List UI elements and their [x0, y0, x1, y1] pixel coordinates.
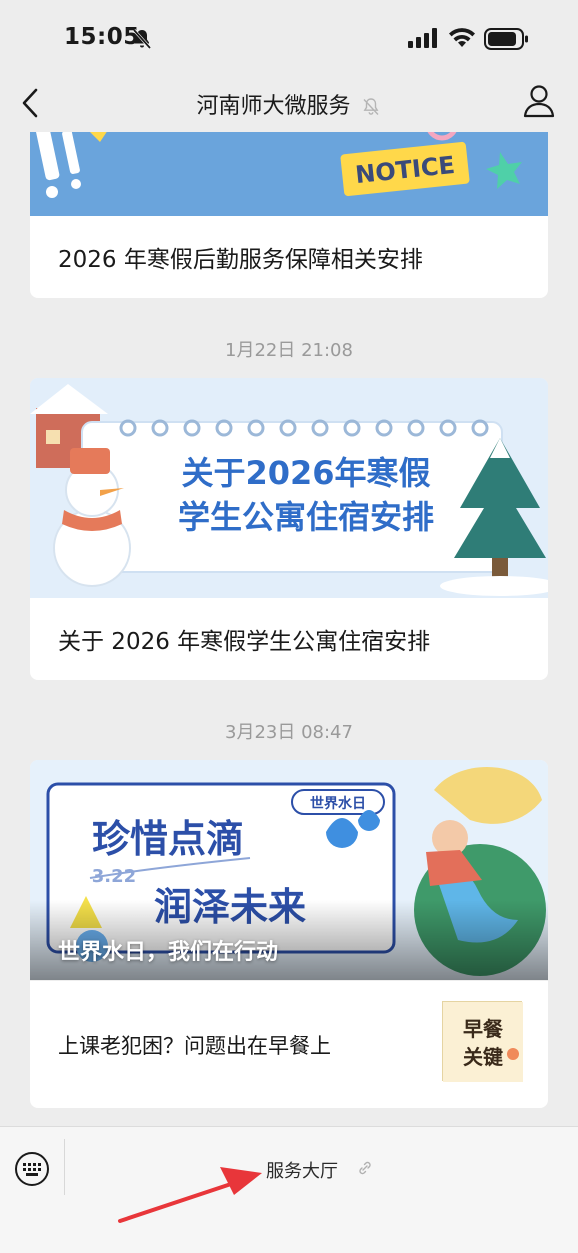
- mute-bell-icon: [362, 98, 379, 115]
- article-headline: 关于 2026 年寒假学生公寓住宿安排: [58, 629, 431, 655]
- sub-article-thumbnail: 早餐 关键: [442, 1001, 523, 1082]
- thumb-text-1: 早餐: [463, 1017, 504, 1041]
- article-overlay-title: 世界水日，我们在行动: [58, 940, 279, 965]
- account-title: 河南师大微服务: [0, 88, 578, 120]
- banner-badge: 世界水日: [310, 795, 366, 812]
- link-icon: [359, 1161, 371, 1175]
- battery-icon: [484, 28, 528, 50]
- article-card-winter-logistics[interactable]: NOTICE 2026 年寒假后勤服务保障相关安排: [30, 132, 548, 298]
- profile-icon[interactable]: [520, 82, 558, 120]
- sub-article-title: 上课老犯困？问题出在早餐上: [58, 1034, 331, 1058]
- keyboard-icon[interactable]: [14, 1151, 50, 1187]
- article-banner-image: 世界水日 珍惜点滴 润泽未来 3.22 世界水日，我们在行动: [30, 760, 548, 980]
- message-timestamp: 3月23日 08:47: [225, 722, 353, 743]
- message-feed[interactable]: NOTICE 2026 年寒假后勤服务保障相关安排 1月22日 21:08 关于…: [0, 132, 578, 1126]
- bar-divider: [64, 1139, 65, 1195]
- wifi-icon: [449, 28, 475, 47]
- banner-line-2: 学生公寓住宿安排: [178, 498, 434, 536]
- bottom-menu-bar: 服务大厅: [0, 1126, 578, 1253]
- sub-article-row[interactable]: 上课老犯困？问题出在早餐上 早餐 关键: [30, 980, 548, 1108]
- status-bar: 15:05: [0, 0, 578, 78]
- article-card-dorm-arrangement[interactable]: 关于2026年寒假 学生公寓住宿安排 关于 2026 年寒假学生公寓住宿安排: [30, 378, 548, 680]
- menu-item-service-hall[interactable]: 服务大厅: [266, 1157, 338, 1183]
- banner-line-1: 珍惜点滴: [92, 817, 244, 861]
- message-timestamp: 1月22日 21:08: [225, 340, 353, 361]
- winter-banner-graphic: 关于2026年寒假 学生公寓住宿安排: [30, 378, 548, 598]
- silent-bell-icon: [132, 29, 152, 49]
- account-name: 河南师大微服务: [196, 94, 351, 119]
- article-banner-image: NOTICE: [30, 132, 548, 216]
- banner-line-1: 关于2026年寒假: [181, 454, 430, 492]
- annotation-arrow-icon: [118, 1167, 262, 1223]
- article-card-world-water-day[interactable]: 世界水日 珍惜点滴 润泽未来 3.22 世界水日，我们在行动 上课老犯困？问题出…: [30, 760, 548, 1108]
- notice-banner-graphic: NOTICE: [30, 132, 548, 216]
- article-headline: 2026 年寒假后勤服务保障相关安排: [58, 247, 423, 273]
- article-banner-image: 关于2026年寒假 学生公寓住宿安排: [30, 378, 548, 598]
- status-time: 15:05: [64, 24, 140, 50]
- thumb-text-2: 关键: [463, 1045, 503, 1069]
- cellular-signal-icon: [408, 28, 437, 48]
- nav-bar: 河南师大微服务: [0, 78, 578, 132]
